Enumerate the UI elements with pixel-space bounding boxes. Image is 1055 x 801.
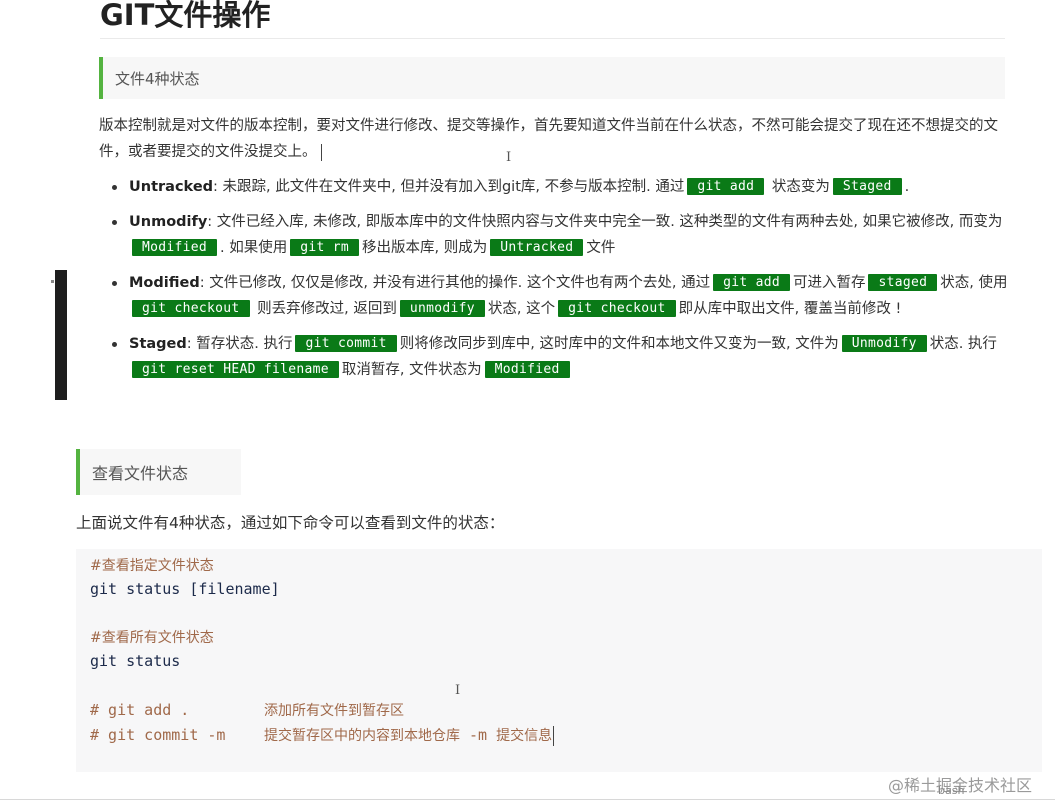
intro-text: 版本控制就是对文件的版本控制，要对文件进行修改、提交等操作，首先要知道文件当前在… bbox=[99, 118, 998, 160]
code-line-note: 提交暂存区中的内容到本地仓库 -m 提交信息 bbox=[264, 725, 555, 746]
title-divider bbox=[100, 38, 1005, 39]
code-tag: Staged bbox=[832, 178, 902, 195]
code-comment: # git add . bbox=[90, 701, 190, 719]
item-text: : 未跟踪, 此文件在文件夹中, 但并没有加入到git库, 不参与版本控制. 通… bbox=[213, 179, 685, 195]
panel-dot bbox=[51, 280, 54, 283]
item-text: . 如果使用 bbox=[220, 240, 288, 256]
code-block[interactable]: #查看指定文件状态 git status [filename] #查看所有文件状… bbox=[76, 549, 1042, 772]
item-text: 即从库中取出文件, 覆盖当前修改 ! bbox=[678, 301, 902, 317]
list-item-untracked: Untracked: 未跟踪, 此文件在文件夹中, 但并没有加入到git库, 不… bbox=[112, 174, 1034, 200]
item-text: 状态. 执行 bbox=[929, 336, 997, 352]
term-untracked: Untracked bbox=[129, 179, 214, 195]
code-line: git status bbox=[90, 652, 181, 670]
code-tag: Unmodify bbox=[841, 335, 927, 352]
code-line: git status [filename] bbox=[90, 580, 280, 598]
item-text: : 文件已经入库, 未修改, 即版本库中的文件快照内容与文件夹中完全一致. 这种… bbox=[207, 214, 1003, 230]
code-comment: 添加所有文件到暂存区 bbox=[264, 703, 404, 719]
item-text: 状态, 使用 bbox=[940, 275, 1008, 291]
code-line: #查看指定文件状态 bbox=[90, 555, 214, 576]
text-caret bbox=[553, 725, 555, 746]
file-state-list: Untracked: 未跟踪, 此文件在文件夹中, 但并没有加入到git库, 不… bbox=[99, 174, 1034, 392]
item-text: 则将修改同步到库中, 这时库中的文件和本地文件又变为一致, 文件为 bbox=[399, 336, 839, 352]
code-comment: #查看指定文件状态 bbox=[90, 558, 214, 574]
code-comment: 提交暂存区中的内容到本地仓库 bbox=[264, 728, 460, 744]
code-tag: Modified bbox=[484, 361, 570, 378]
list-item-modified: Modified: 文件已修改, 仅仅是修改, 并没有进行其他的操作. 这个文件… bbox=[112, 270, 1034, 322]
code-tag: unmodify bbox=[399, 300, 485, 317]
term-unmodify: Unmodify bbox=[129, 214, 208, 230]
side-panel-strip bbox=[51, 270, 67, 400]
section-heading-file-states: 文件4种状态 bbox=[99, 57, 1005, 99]
item-text: 取消暂存, 文件状态为 bbox=[341, 362, 482, 378]
code-tag: git reset HEAD filename bbox=[132, 361, 339, 378]
intro-paragraph: 版本控制就是对文件的版本控制，要对文件进行修改、提交等操作，首先要知道文件当前在… bbox=[99, 113, 1004, 165]
list-item-staged: Staged: 暂存状态. 执行 git commit 则将修改同步到库中, 这时库… bbox=[112, 331, 1034, 383]
code-tag: Untracked bbox=[490, 239, 584, 256]
code-tag: staged bbox=[868, 274, 938, 291]
code-comment: # git commit -m bbox=[90, 726, 226, 744]
code-line: # git commit -m bbox=[90, 725, 225, 745]
code-line: # git add . bbox=[90, 700, 189, 720]
code-tag: git add bbox=[713, 274, 790, 291]
code-language-label: bash bbox=[938, 784, 965, 797]
page-title: GIT文件操作 bbox=[100, 0, 271, 32]
text-cursor-icon: I bbox=[455, 683, 461, 698]
item-text: 文件 bbox=[586, 240, 616, 256]
section-heading-check-status: 查看文件状态 bbox=[76, 449, 241, 495]
text-cursor-icon: I bbox=[506, 150, 512, 165]
code-line-note: 添加所有文件到暂存区 bbox=[264, 700, 404, 721]
code-tag: git add bbox=[687, 178, 765, 195]
code-tag: git commit bbox=[295, 335, 397, 352]
item-text: 状态, 这个 bbox=[487, 301, 556, 317]
code-tag: git checkout bbox=[132, 300, 250, 317]
code-comment: #查看所有文件状态 bbox=[90, 630, 214, 646]
code-tag: Modified bbox=[132, 239, 218, 256]
item-text: 状态变为 bbox=[767, 179, 830, 195]
item-text: 可进入暂存 bbox=[792, 275, 866, 291]
item-text: : 暂存状态. 执行 bbox=[186, 336, 293, 352]
code-tag: git checkout bbox=[558, 300, 676, 317]
list-item-unmodify: Unmodify: 文件已经入库, 未修改, 即版本库中的文件快照内容与文件夹中… bbox=[112, 209, 1034, 261]
item-text: 则丢弃修改过, 返回到 bbox=[252, 301, 397, 317]
code-comment: -m bbox=[460, 726, 497, 744]
term-staged: Staged bbox=[129, 336, 187, 352]
status-intro-paragraph: 上面说文件有4种状态，通过如下命令可以查看到文件的状态： bbox=[76, 514, 505, 532]
item-text: 移出版本库, 则成为 bbox=[362, 240, 488, 256]
code-line: #查看所有文件状态 bbox=[90, 627, 214, 648]
item-text: . bbox=[904, 179, 910, 195]
item-text: : 文件已修改, 仅仅是修改, 并没有进行其他的操作. 这个文件也有两个去处, … bbox=[199, 275, 711, 291]
bottom-divider bbox=[0, 799, 1055, 800]
text-caret bbox=[320, 143, 322, 161]
code-tag: git rm bbox=[290, 239, 359, 256]
term-modified: Modified bbox=[129, 275, 200, 291]
code-comment: 提交信息 bbox=[496, 728, 553, 744]
